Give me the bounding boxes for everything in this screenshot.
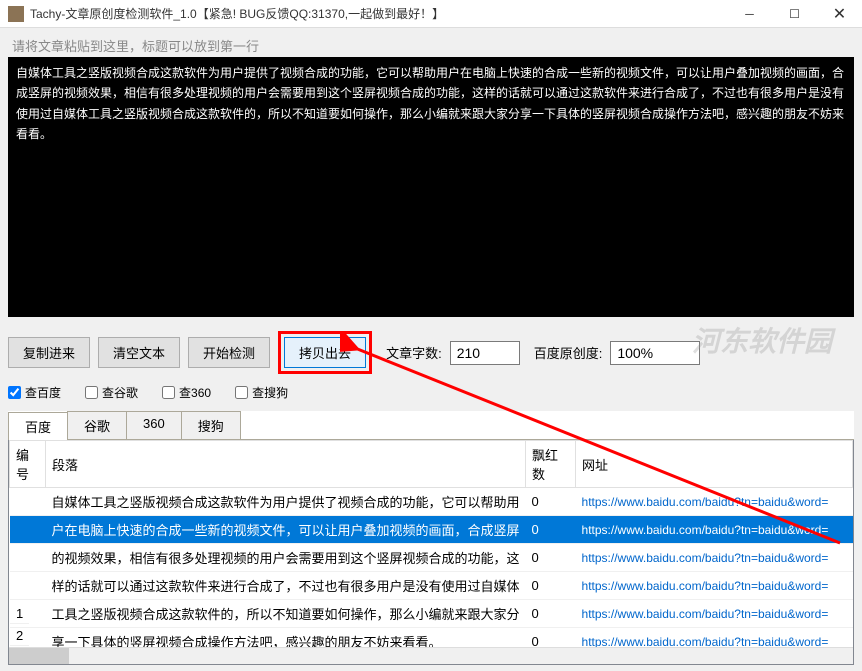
- cell-url: https://www.baidu.com/baidu?tn=baidu&wor…: [576, 544, 853, 572]
- word-count-value[interactable]: [450, 341, 520, 365]
- check-google-box[interactable]: [85, 386, 98, 399]
- cell-num: [10, 516, 46, 544]
- app-icon: [8, 6, 24, 22]
- titlebar: Tachy-文章原创度检测软件_1.0【紧急! BUG反馈QQ:31370,一起…: [0, 0, 862, 28]
- tab-360[interactable]: 360: [126, 411, 182, 439]
- results-table-wrap: 编号 段落 飘红数 网址 自媒体工具之竖版视频合成这款软件为用户提供了视频合成的…: [8, 440, 854, 665]
- cell-para: 户在电脑上快速的合成一些新的视频文件，可以让用户叠加视频的画面，合成竖屏: [46, 516, 526, 544]
- cell-num: [10, 488, 46, 516]
- highlight-annotation: 拷贝出去: [278, 331, 372, 374]
- result-link[interactable]: https://www.baidu.com/baidu?tn=baidu&wor…: [582, 523, 829, 537]
- cell-red: 0: [526, 572, 576, 600]
- button-row: 复制进来 清空文本 开始检测 拷贝出去 文章字数: 百度原创度:: [8, 331, 854, 374]
- check-sogou-box[interactable]: [235, 386, 248, 399]
- tab-baidu[interactable]: 百度: [8, 412, 68, 440]
- check-baidu-box[interactable]: [8, 386, 21, 399]
- check-google[interactable]: 查谷歌: [85, 384, 138, 401]
- article-content: 自媒体工具之竖版视频合成这款软件为用户提供了视频合成的功能，它可以帮助用户在电脑…: [16, 63, 846, 145]
- col-header-red[interactable]: 飘红数: [526, 441, 576, 488]
- cell-red: 0: [526, 516, 576, 544]
- check-sogou[interactable]: 查搜狗: [235, 384, 288, 401]
- table-body: 自媒体工具之竖版视频合成这款软件为用户提供了视频合成的功能，它可以帮助用0htt…: [10, 488, 853, 656]
- result-tabs: 百度 谷歌 360 搜狗: [8, 411, 854, 440]
- table-row[interactable]: 工具之竖版视频合成这款软件的，所以不知道要如何操作，那么小编就来跟大家分0 htt…: [10, 600, 853, 628]
- cell-para: 工具之竖版视频合成这款软件的，所以不知道要如何操作，那么小编就来跟大家分: [46, 600, 526, 628]
- check-baidu[interactable]: 查百度: [8, 384, 61, 401]
- table-row[interactable]: 户在电脑上快速的合成一些新的视频文件，可以让用户叠加视频的画面，合成竖屏0 htt…: [10, 516, 853, 544]
- result-link[interactable]: https://www.baidu.com/baidu?tn=baidu&wor…: [582, 551, 829, 565]
- check-360[interactable]: 查360: [162, 384, 211, 401]
- tab-sogou[interactable]: 搜狗: [181, 411, 241, 439]
- window-controls: ─ ☐ ✕: [727, 0, 862, 27]
- cell-num: [10, 572, 46, 600]
- result-link[interactable]: https://www.baidu.com/baidu?tn=baidu&wor…: [582, 579, 829, 593]
- col-header-num[interactable]: 编号: [10, 441, 46, 488]
- cell-red: 0: [526, 544, 576, 572]
- col-header-url[interactable]: 网址: [576, 441, 853, 488]
- cell-num: [10, 544, 46, 572]
- baidu-original-value[interactable]: [610, 341, 700, 365]
- cell-red: 0: [526, 488, 576, 516]
- close-button[interactable]: ✕: [817, 0, 862, 27]
- word-count-label: 文章字数:: [386, 343, 442, 362]
- article-textarea[interactable]: 自媒体工具之竖版视频合成这款软件为用户提供了视频合成的功能，它可以帮助用户在电脑…: [8, 57, 854, 317]
- clear-button[interactable]: 清空文本: [98, 337, 180, 368]
- check-360-box[interactable]: [162, 386, 175, 399]
- minimize-button[interactable]: ─: [727, 0, 772, 27]
- table-row[interactable]: 自媒体工具之竖版视频合成这款软件为用户提供了视频合成的功能，它可以帮助用0 htt…: [10, 488, 853, 516]
- results-table: 编号 段落 飘红数 网址 自媒体工具之竖版视频合成这款软件为用户提供了视频合成的…: [9, 440, 853, 656]
- horizontal-scrollbar[interactable]: [9, 647, 853, 664]
- start-detect-button[interactable]: 开始检测: [188, 337, 270, 368]
- extra-row-numbers: 12: [10, 602, 29, 646]
- result-link[interactable]: https://www.baidu.com/baidu?tn=baidu&wor…: [582, 607, 829, 621]
- maximize-button[interactable]: ☐: [772, 0, 817, 27]
- table-row[interactable]: 的视频效果，相信有很多处理视频的用户会需要用到这个竖屏视频合成的功能，这0 htt…: [10, 544, 853, 572]
- table-row[interactable]: 样的话就可以通过这款软件来进行合成了，不过也有很多用户是没有使用过自媒体0 htt…: [10, 572, 853, 600]
- row-number: 1: [10, 602, 29, 624]
- window-title: Tachy-文章原创度检测软件_1.0【紧急! BUG反馈QQ:31370,一起…: [30, 5, 727, 22]
- checkbox-row: 查百度 查谷歌 查360 查搜狗: [8, 384, 854, 401]
- cell-para: 样的话就可以通过这款软件来进行合成了，不过也有很多用户是没有使用过自媒体: [46, 572, 526, 600]
- result-link[interactable]: https://www.baidu.com/baidu?tn=baidu&wor…: [582, 495, 829, 509]
- paste-placeholder: 请将文章粘贴到这里，标题可以放到第一行: [8, 34, 854, 57]
- cell-url: https://www.baidu.com/baidu?tn=baidu&wor…: [576, 600, 853, 628]
- row-number: 2: [10, 624, 29, 646]
- copy-out-button[interactable]: 拷贝出去: [284, 337, 366, 368]
- baidu-original-label: 百度原创度:: [534, 343, 603, 362]
- cell-para: 自媒体工具之竖版视频合成这款软件为用户提供了视频合成的功能，它可以帮助用: [46, 488, 526, 516]
- cell-red: 0: [526, 600, 576, 628]
- copy-in-button[interactable]: 复制进来: [8, 337, 90, 368]
- cell-url: https://www.baidu.com/baidu?tn=baidu&wor…: [576, 572, 853, 600]
- cell-url: https://www.baidu.com/baidu?tn=baidu&wor…: [576, 516, 853, 544]
- tab-google[interactable]: 谷歌: [67, 411, 127, 439]
- col-header-para[interactable]: 段落: [46, 441, 526, 488]
- cell-url: https://www.baidu.com/baidu?tn=baidu&wor…: [576, 488, 853, 516]
- cell-para: 的视频效果，相信有很多处理视频的用户会需要用到这个竖屏视频合成的功能，这: [46, 544, 526, 572]
